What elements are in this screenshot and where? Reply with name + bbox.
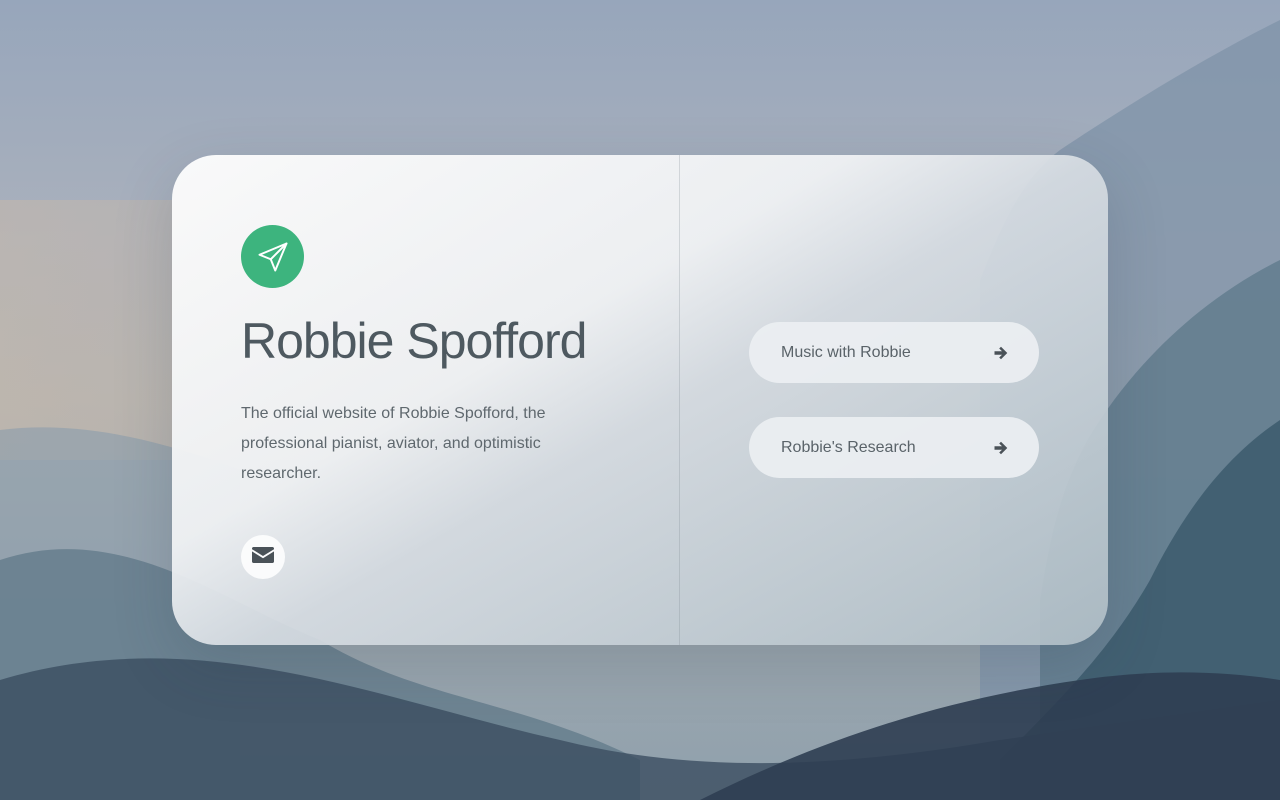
profile-card: Robbie Spofford The official website of …: [172, 155, 1108, 645]
research-link-button[interactable]: Robbie's Research: [749, 417, 1039, 478]
link-label: Robbie's Research: [781, 438, 916, 456]
envelope-icon: [251, 546, 275, 569]
link-list: Music with Robbie Robbie's Research: [749, 322, 1039, 512]
link-label: Music with Robbie: [781, 343, 911, 361]
page-title: Robbie Spofford: [241, 313, 587, 369]
music-link-button[interactable]: Music with Robbie: [749, 322, 1039, 383]
profile-section: Robbie Spofford The official website of …: [241, 225, 661, 579]
email-button[interactable]: [241, 535, 285, 579]
arrow-right-icon: [993, 345, 1009, 361]
arrow-right-icon: [993, 440, 1009, 456]
paper-plane-icon: [241, 225, 304, 288]
card-divider: [679, 155, 680, 645]
bio-text: The official website of Robbie Spofford,…: [241, 405, 546, 482]
